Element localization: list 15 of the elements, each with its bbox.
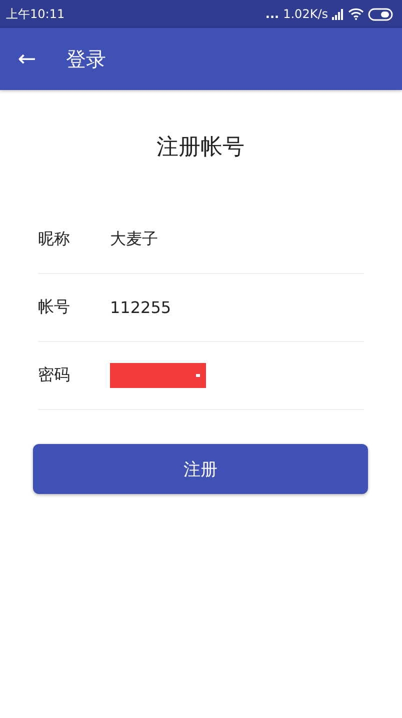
input-field[interactable]: 大麦子 — [110, 229, 158, 250]
field-label: 密码 — [38, 365, 71, 386]
back-button[interactable]: ← — [14, 46, 40, 72]
field-label: 昵称 — [38, 229, 71, 250]
battery-icon — [368, 8, 394, 20]
network-speed: 1.02K/s — [283, 7, 328, 21]
input-field[interactable]: 112255 — [110, 298, 172, 317]
signal-icon — [332, 8, 344, 20]
field-label: 帐号 — [38, 297, 71, 318]
app-bar-title: 登录 — [66, 46, 106, 72]
status-dots: ... — [265, 7, 280, 21]
status-time: 上午10:11 — [6, 6, 65, 22]
form-heading: 注册帐号 — [156, 134, 246, 162]
wifi-icon — [348, 8, 364, 20]
register-button[interactable]: 注册 — [33, 444, 368, 494]
